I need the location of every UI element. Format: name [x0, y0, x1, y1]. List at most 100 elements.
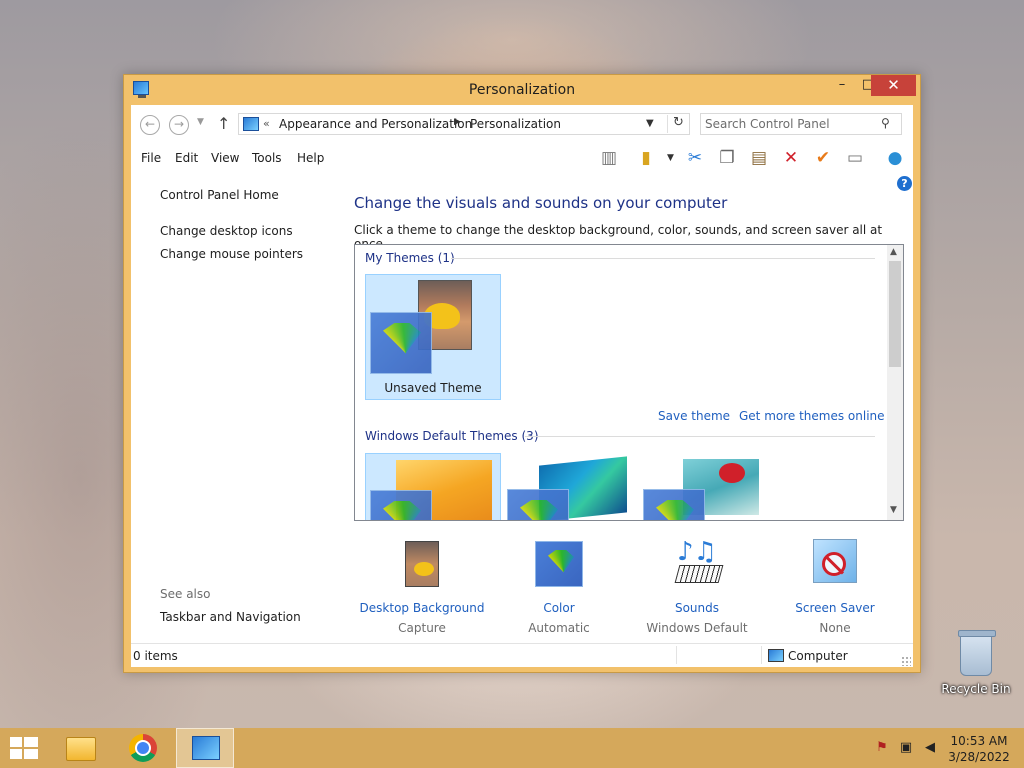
- screen-icon: [813, 539, 857, 583]
- color-link[interactable]: Color: [489, 601, 629, 615]
- my-themes-label: My Themes (1): [365, 251, 455, 265]
- status-divider: [761, 646, 762, 664]
- desktop-background-value: Capture: [398, 621, 446, 635]
- theme-tile-lines-and-colors[interactable]: [503, 453, 639, 520]
- title-bar[interactable]: Personalization – □ ✕: [124, 75, 920, 105]
- breadcrumb-separator-icon[interactable]: ▶: [454, 117, 461, 127]
- color-swatch: [507, 489, 569, 520]
- menu-view[interactable]: View: [211, 151, 239, 165]
- address-bar[interactable]: « Appearance and Personalization ▶ Perso…: [238, 113, 690, 135]
- menu-edit[interactable]: Edit: [175, 151, 198, 165]
- prohibited-icon: [822, 552, 846, 576]
- sounds-link[interactable]: Sounds: [627, 601, 767, 615]
- desktop-background-link[interactable]: Desktop Background: [352, 601, 492, 615]
- start-button[interactable]: [10, 737, 38, 761]
- properties-icon[interactable]: ✔: [811, 147, 835, 169]
- taskbar-file-explorer[interactable]: [51, 728, 109, 768]
- clock-time[interactable]: 10:53 AM: [936, 734, 1022, 748]
- navigation-bar: ← → ▼ ↑ « Appearance and Personalization…: [131, 105, 913, 143]
- windows-logo-icon: [10, 737, 22, 747]
- menu-tools[interactable]: Tools: [252, 151, 282, 165]
- unsaved-theme-tile[interactable]: Unsaved Theme: [365, 274, 501, 400]
- network-icon[interactable]: ▣: [898, 740, 914, 756]
- scroll-up-icon[interactable]: ▲: [890, 247, 897, 257]
- file-explorer-icon: [66, 737, 96, 761]
- paste-icon[interactable]: ▤: [747, 147, 771, 169]
- taskbar-control-panel[interactable]: [176, 728, 234, 768]
- action-center-flag-icon[interactable]: ⚑: [874, 740, 890, 756]
- theme-tile-flowers[interactable]: [639, 453, 775, 520]
- save-theme-link[interactable]: Save theme: [658, 409, 730, 423]
- change-mouse-pointers-link[interactable]: Change mouse pointers: [160, 247, 303, 261]
- back-button[interactable]: ←: [140, 115, 160, 135]
- breadcrumb-personalization[interactable]: Personalization: [470, 117, 561, 131]
- color-swatch: [535, 541, 583, 587]
- folder-check-icon[interactable]: ▮: [634, 147, 658, 169]
- computer-icon: [768, 649, 784, 662]
- taskbar-chrome[interactable]: [114, 728, 172, 768]
- breadcrumb-appearance[interactable]: Appearance and Personalization: [279, 117, 472, 131]
- delete-icon[interactable]: ✕: [779, 147, 803, 169]
- refresh-button[interactable]: ↻: [667, 115, 689, 133]
- sounds-value: Windows Default: [646, 621, 748, 635]
- menu-help[interactable]: Help: [297, 151, 324, 165]
- color-swatch: [370, 312, 432, 374]
- thumbnail-detail: [414, 562, 434, 576]
- change-desktop-icons-link[interactable]: Change desktop icons: [160, 224, 293, 238]
- help-icon[interactable]: ?: [897, 176, 912, 191]
- control-panel-icon: [243, 117, 259, 131]
- color-fan-icon: [656, 500, 694, 520]
- sounds-icon: ♪♫: [674, 539, 724, 587]
- menu-file[interactable]: File: [141, 151, 161, 165]
- search-icon[interactable]: ⚲: [881, 116, 890, 130]
- group-divider: [451, 258, 875, 259]
- page-title: Change the visuals and sounds on your co…: [354, 194, 728, 212]
- scroll-down-icon[interactable]: ▼: [890, 505, 897, 515]
- clock-date[interactable]: 3/28/2022: [936, 750, 1022, 764]
- resize-grip[interactable]: [901, 656, 911, 666]
- globe-icon[interactable]: ●: [883, 147, 907, 169]
- get-more-themes-link[interactable]: Get more themes online: [739, 409, 885, 423]
- forward-button[interactable]: →: [169, 115, 189, 135]
- minimize-button[interactable]: –: [829, 75, 855, 96]
- copy-icon[interactable]: ❐: [715, 147, 739, 169]
- search-box[interactable]: ⚲: [700, 113, 902, 135]
- chrome-icon: [129, 734, 157, 762]
- color-setting[interactable]: Color Automatic: [489, 539, 629, 639]
- windows-logo-icon: [24, 737, 38, 747]
- sounds-setting[interactable]: ♪♫ Sounds Windows Default: [627, 539, 767, 639]
- theme-tile-windows[interactable]: [365, 453, 501, 520]
- address-dropdown-icon[interactable]: ▼: [646, 118, 654, 129]
- breadcrumb-overflow[interactable]: «: [263, 117, 270, 130]
- status-location: Computer: [788, 649, 848, 663]
- up-button[interactable]: ↑: [217, 114, 230, 133]
- color-fan-icon: [548, 550, 574, 573]
- layout-icon[interactable]: ▥: [597, 147, 621, 169]
- desktop-background-setting[interactable]: Desktop Background Capture: [352, 539, 492, 639]
- folder-dropdown-icon[interactable]: ▼: [667, 153, 674, 163]
- search-input[interactable]: [705, 116, 875, 132]
- recycle-bin-desktop-icon[interactable]: Recycle Bin: [940, 630, 1012, 700]
- screen-saver-value: None: [819, 621, 851, 635]
- unsaved-theme-label: Unsaved Theme: [384, 381, 482, 395]
- screen-saver-link[interactable]: Screen Saver: [765, 601, 905, 615]
- color-swatch: [643, 489, 705, 520]
- close-button[interactable]: ✕: [871, 75, 916, 96]
- control-panel-home-link[interactable]: Control Panel Home: [160, 188, 279, 202]
- theme-list-scrollbar[interactable]: ▲ ▼: [887, 245, 903, 520]
- color-icon: [535, 539, 583, 587]
- cut-icon[interactable]: ✂: [683, 147, 707, 169]
- windows-logo-icon: [10, 749, 22, 759]
- theme-list[interactable]: My Themes (1) Unsaved Theme Save theme G…: [354, 244, 904, 521]
- status-divider: [676, 646, 677, 664]
- taskbar: ⚑ ▣ ◀ 10:53 AM 3/28/2022: [0, 728, 1024, 768]
- scroll-thumb[interactable]: [889, 261, 901, 367]
- taskbar-and-navigation-link[interactable]: Taskbar and Navigation: [160, 610, 301, 624]
- menu-bar: File Edit View Tools Help ▥ ▮ ▼ ✂ ❐ ▤ ✕ …: [131, 143, 913, 173]
- screen-saver-setting[interactable]: Screen Saver None: [765, 539, 905, 639]
- personalization-window: Personalization – □ ✕ ← → ▼ ↑ « Appearan…: [123, 74, 921, 673]
- rename-icon[interactable]: ▭: [843, 147, 867, 169]
- see-also-label: See also: [160, 587, 211, 601]
- windows-logo-icon: [24, 749, 38, 759]
- recent-locations-chevron-icon[interactable]: ▼: [197, 117, 204, 127]
